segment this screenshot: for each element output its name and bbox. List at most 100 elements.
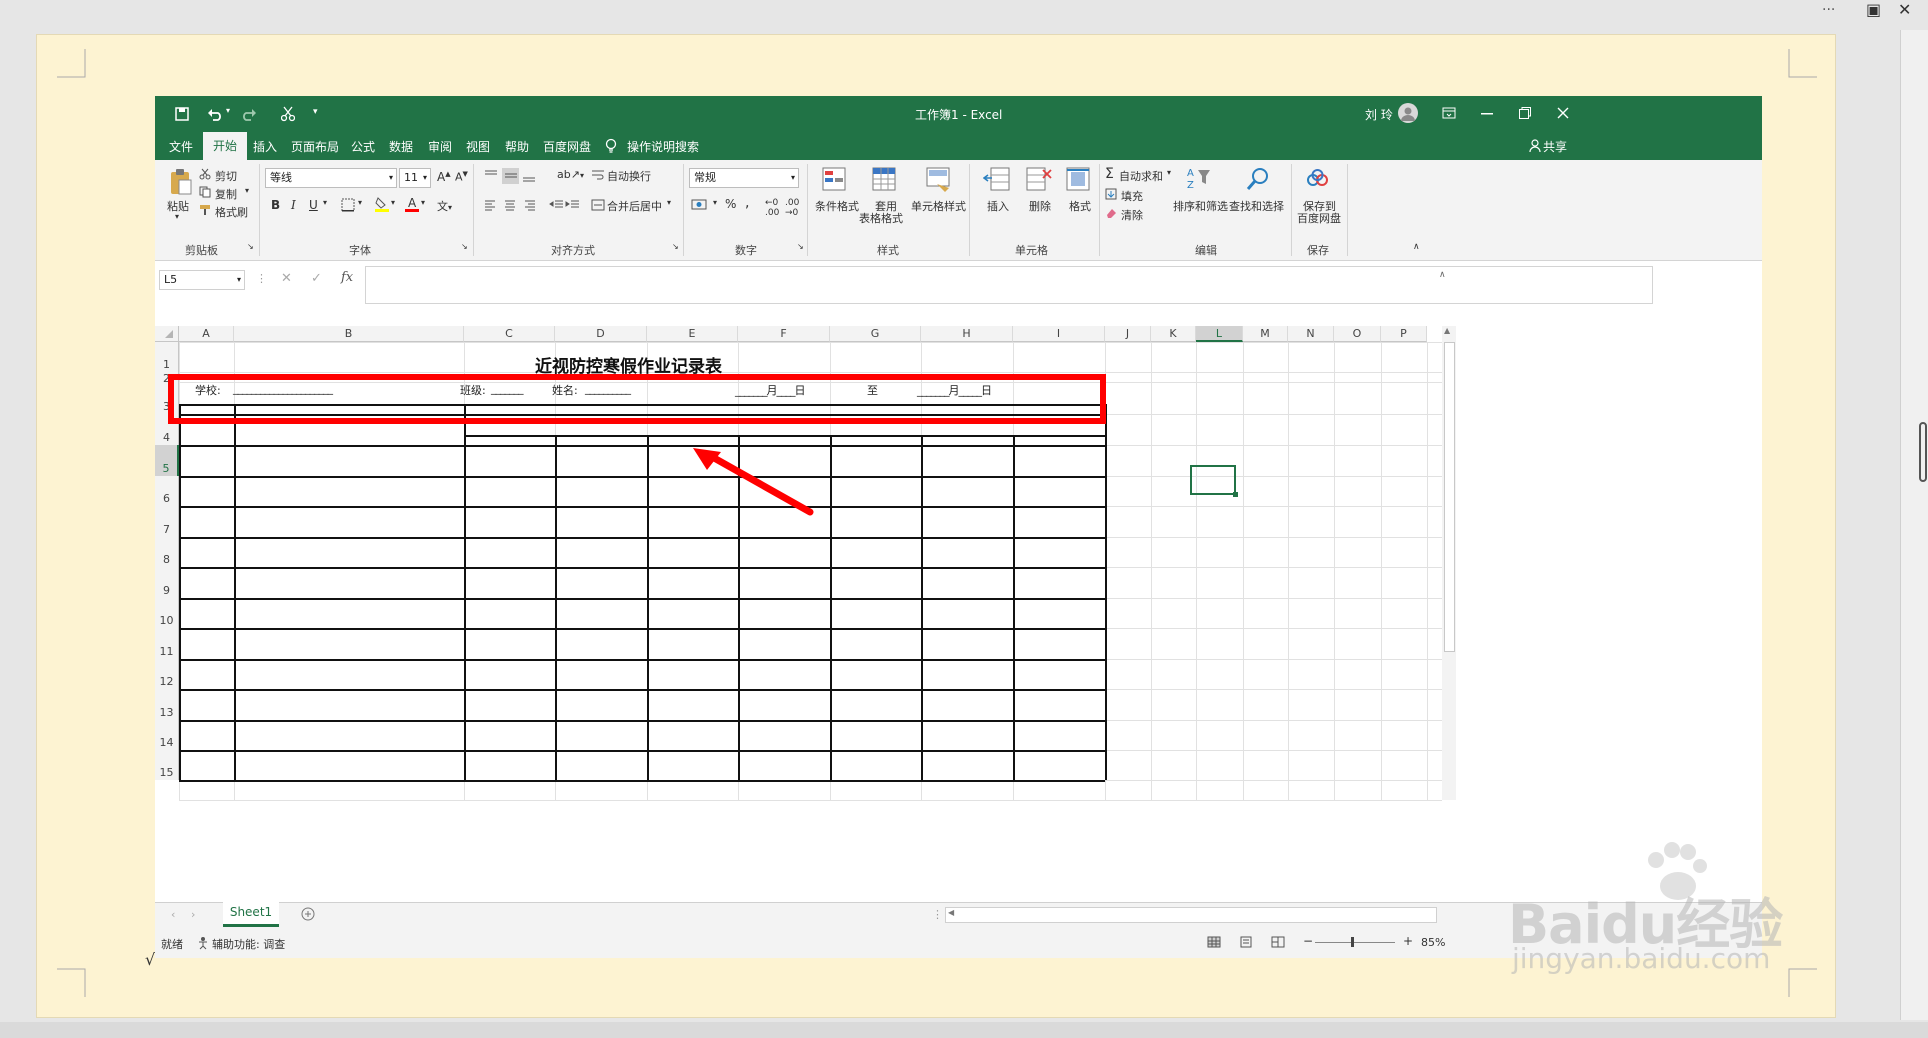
sort-filter-button[interactable]: 排序和筛选 (1173, 198, 1228, 214)
select-all-corner[interactable] (155, 326, 179, 342)
save-to-netdisk-label2[interactable]: 百度网盘 (1297, 210, 1341, 226)
decrease-decimal-icon[interactable]: .00 →0 (785, 198, 799, 218)
delete-cells-icon[interactable] (1025, 166, 1053, 194)
redo-icon[interactable] (241, 107, 257, 121)
font-launcher-icon[interactable]: ↘ (461, 242, 468, 251)
cancel-entry-icon[interactable]: ✕ (281, 271, 292, 286)
zoom-in-button[interactable]: + (1403, 934, 1413, 948)
accessibility-icon[interactable] (197, 936, 211, 950)
delete-cells-button[interactable]: 删除 (1029, 198, 1051, 214)
cell-styles-icon[interactable] (925, 166, 953, 194)
column-header-l[interactable]: L (1196, 326, 1243, 342)
format-painter-icon[interactable] (199, 204, 211, 216)
cell-styles-button[interactable]: 单元格样式 (911, 198, 966, 214)
row-header-5[interactable]: 5 (155, 445, 179, 476)
tab-home[interactable]: 开始 (203, 132, 248, 160)
expand-formula-icon[interactable]: ∧ (1439, 270, 1446, 280)
merge-dropdown-icon[interactable]: ▾ (667, 198, 671, 207)
font-color-icon[interactable]: A (405, 196, 419, 212)
row-header-15[interactable]: 15 (155, 750, 179, 780)
confirm-entry-icon[interactable]: ✓ (311, 271, 322, 286)
next-sheet-icon[interactable]: › (191, 908, 195, 921)
copy-icon[interactable] (199, 186, 211, 198)
add-sheet-icon[interactable] (301, 907, 315, 921)
fill-color-dropdown-icon[interactable]: ▾ (391, 198, 395, 207)
row-header-12[interactable]: 12 (155, 659, 179, 689)
row-header-8[interactable]: 8 (155, 537, 179, 567)
zoom-slider-thumb[interactable] (1351, 937, 1354, 947)
column-header-e[interactable]: E (647, 326, 738, 342)
borders-icon[interactable] (341, 198, 355, 212)
user-name[interactable]: 刘 玲 (1365, 106, 1393, 123)
tab-insert[interactable]: 插入 (253, 138, 277, 155)
percent-button[interactable]: % (725, 197, 736, 211)
minimize-icon[interactable] (1481, 113, 1493, 115)
fill-handle[interactable] (1233, 492, 1238, 497)
row-header-11[interactable]: 11 (155, 628, 179, 659)
undo-dropdown-icon[interactable]: ▾ (226, 106, 230, 115)
tab-data[interactable]: 数据 (389, 138, 413, 155)
italic-button[interactable]: I (291, 198, 296, 212)
number-launcher-icon[interactable]: ↘ (797, 242, 804, 251)
undo-icon[interactable] (207, 107, 223, 121)
autosum-button[interactable]: 自动求和 (1119, 168, 1163, 184)
underline-dropdown-icon[interactable]: ▾ (323, 198, 327, 207)
format-cells-icon[interactable] (1065, 166, 1093, 194)
increase-font-icon[interactable]: A▲ (437, 170, 451, 184)
font-size-box[interactable]: 11 ▾ (399, 168, 431, 188)
tell-me-search[interactable]: 操作说明搜索 (627, 138, 699, 155)
clear-button[interactable]: 清除 (1121, 207, 1143, 223)
cut-button[interactable]: 剪切 (215, 168, 237, 184)
maximize-icon[interactable] (1519, 107, 1531, 119)
scroll-left-icon[interactable]: ◀ (948, 908, 954, 917)
underline-button[interactable]: U (309, 198, 318, 212)
borders-dropdown-icon[interactable]: ▾ (358, 198, 362, 207)
close-icon[interactable] (1557, 107, 1569, 119)
fill-color-icon[interactable] (375, 196, 389, 212)
worksheet-grid[interactable]: ABCDEFGHIJKLMNOP 1 2 3 4 5 6 7 8 9 10 11 12 13 14 15 近… (155, 326, 1762, 902)
paste-dropdown-icon[interactable]: ▾ (175, 212, 179, 221)
column-header-a[interactable]: A (179, 326, 234, 342)
indent-icons[interactable] (549, 198, 581, 212)
format-painter-button[interactable]: 格式刷 (215, 204, 248, 220)
column-header-m[interactable]: M (1243, 326, 1288, 342)
merge-center-icon[interactable] (591, 198, 605, 212)
column-header-d[interactable]: D (555, 326, 647, 342)
cloud-save-icon[interactable] (1305, 168, 1331, 190)
insert-cells-icon[interactable] (983, 166, 1011, 194)
merge-center-button[interactable]: 合并后居中 (607, 198, 662, 214)
currency-icon[interactable] (691, 198, 709, 212)
find-select-icon[interactable] (1245, 166, 1271, 192)
tab-split-handle[interactable]: ⋮ (932, 908, 943, 921)
increase-decimal-icon[interactable]: ←0.00 (765, 198, 779, 218)
tab-review[interactable]: 审阅 (428, 138, 452, 155)
customize-toolbar-icon[interactable]: ▾ (313, 107, 318, 117)
sheet-tab-sheet1[interactable]: Sheet1 (223, 902, 279, 927)
row-header-9[interactable]: 9 (155, 567, 179, 598)
autosum-icon[interactable]: Σ (1105, 166, 1114, 182)
row-header-7[interactable]: 7 (155, 506, 179, 537)
zoom-slider[interactable] (1315, 937, 1395, 947)
zoom-level[interactable]: 85% (1421, 936, 1445, 949)
tab-page-layout[interactable]: 页面布局 (291, 138, 339, 155)
fill-icon[interactable] (1105, 188, 1117, 200)
currency-dropdown-icon[interactable]: ▾ (713, 198, 717, 207)
insert-cells-button[interactable]: 插入 (987, 198, 1009, 214)
zoom-out-button[interactable]: − (1303, 934, 1313, 948)
fill-button[interactable]: 填充 (1121, 188, 1143, 204)
conditional-format-icon[interactable] (821, 166, 849, 194)
name-box[interactable]: L5 ▾ (159, 270, 245, 290)
row-header-1[interactable]: 1 (155, 342, 179, 372)
column-header-c[interactable]: C (464, 326, 555, 342)
autosum-dropdown-icon[interactable]: ▾ (1167, 168, 1171, 177)
font-name-box[interactable]: 等线 ▾ (265, 168, 397, 188)
horizontal-align-icons[interactable] (483, 198, 543, 212)
decrease-font-icon[interactable]: A▼ (455, 170, 468, 184)
format-as-table-icon[interactable] (871, 166, 899, 194)
column-header-f[interactable]: F (738, 326, 830, 342)
outer-scroll-thumb[interactable] (1919, 422, 1927, 482)
alignment-launcher-icon[interactable]: ↘ (672, 242, 679, 251)
cut-quick-icon[interactable] (281, 106, 295, 122)
selected-cell-l5[interactable] (1190, 465, 1238, 497)
column-header-h[interactable]: H (921, 326, 1013, 342)
